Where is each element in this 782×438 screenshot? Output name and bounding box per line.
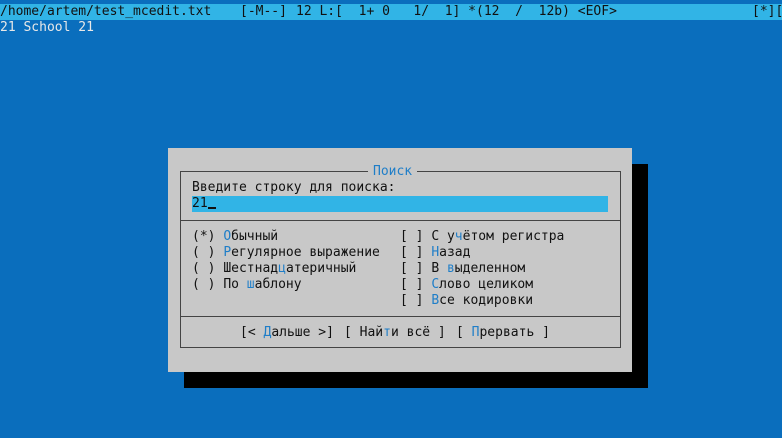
dialog-title: Поиск: [368, 164, 418, 180]
file-path: /home/artem/test_mcedit.txt: [0, 4, 212, 19]
radio-regex[interactable]: ( ) Регулярное выражение: [192, 245, 380, 261]
status-bar: /home/artem/test_mcedit.txt [-M--] 12 L:…: [0, 4, 782, 20]
search-input[interactable]: 21: [192, 196, 608, 212]
checkbox-case-sensitive[interactable]: [ ] С учётом регистра: [400, 229, 564, 245]
radio-hex[interactable]: ( ) Шестнадцатеричный: [192, 261, 356, 277]
radio-wildcard[interactable]: ( ) По шаблону: [192, 277, 302, 293]
checkbox-in-selection[interactable]: [ ] В выделенном: [400, 261, 525, 277]
next-button[interactable]: [< Дальше >]: [240, 325, 334, 341]
checkbox-whole-words[interactable]: [ ] Слово целиком: [400, 277, 533, 293]
buttons-separator: [180, 316, 620, 317]
text-cursor: [207, 207, 216, 209]
find-all-button[interactable]: [ Найти всё ]: [344, 325, 446, 341]
edit-mode: [-M--]: [240, 4, 287, 19]
checkbox-backwards[interactable]: [ ] Назад: [400, 245, 470, 261]
abort-button[interactable]: [ Прервать ]: [456, 325, 550, 341]
radio-normal[interactable]: (*) Обычный: [192, 229, 278, 245]
search-prompt: Введите строку для поиска:: [192, 180, 396, 195]
editor-line[interactable]: 21 School 21: [0, 20, 94, 36]
search-input-value: 21: [192, 196, 208, 211]
window-flags: [*][X]: [752, 4, 782, 19]
cursor-info: 12 L:[ 1+ 0 1/ 1] *(12 / 12b) <EOF>: [296, 4, 617, 19]
options-separator: [180, 220, 620, 221]
checkbox-all-charsets[interactable]: [ ] Все кодировки: [400, 293, 533, 309]
search-dialog: Поиск Введите строку для поиска: 21 (*) …: [168, 148, 632, 372]
